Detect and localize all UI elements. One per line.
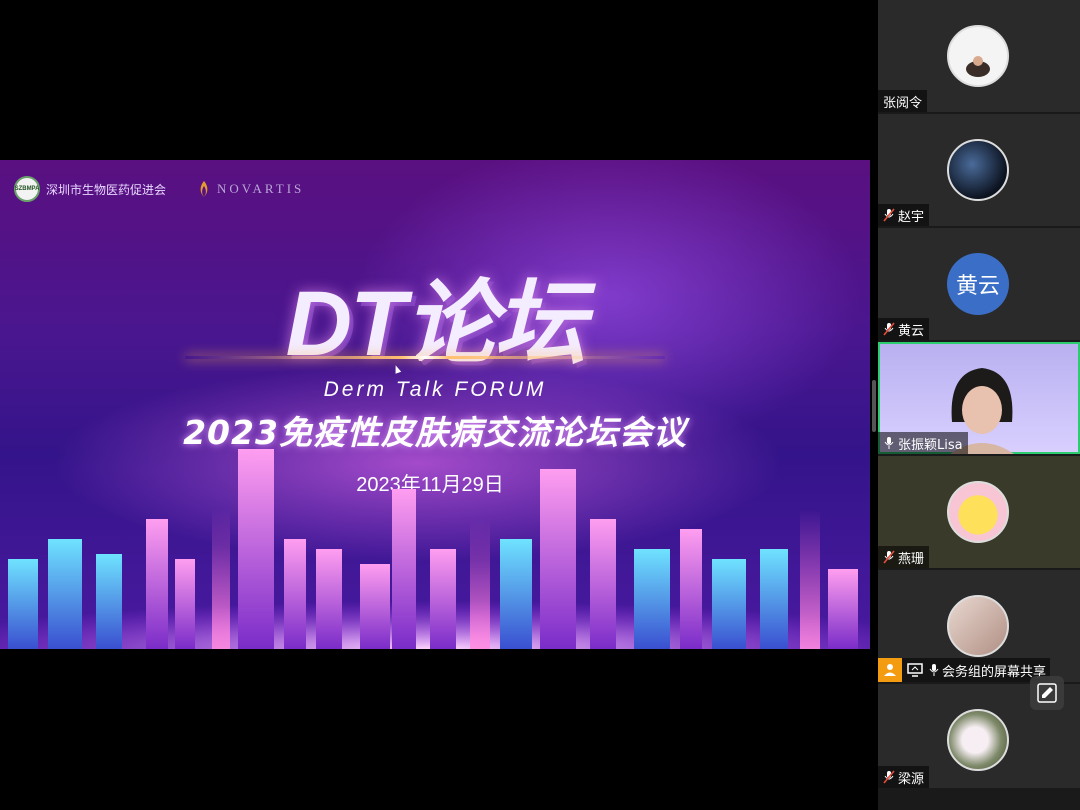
sponsor-logo: NOVARTIS (197, 180, 304, 198)
participant-tile-screen-share[interactable]: 会务组的屏幕共享 (878, 570, 1080, 682)
avatar (947, 139, 1009, 201)
avatar (947, 709, 1009, 771)
mic-icon (884, 437, 894, 449)
participant-name: 会务组的屏幕共享 (942, 664, 1047, 680)
avatar: 黄云 (947, 253, 1009, 315)
title-glow-line (185, 356, 665, 359)
mic-muted-icon (883, 550, 895, 564)
participant-name: 黄云 (898, 323, 925, 339)
participant-tile[interactable]: 赵宇 (878, 114, 1080, 226)
shared-screen-area: SZBMPA 深圳市生物医药促进会 NOVARTIS DT论坛 Derm Tal… (0, 0, 872, 810)
mic-muted-icon (883, 208, 895, 222)
participant-tile[interactable]: 黄云 黄云 (878, 228, 1080, 340)
participant-name-tag: 梁源 (878, 766, 930, 788)
participant-name: 赵宇 (898, 209, 925, 225)
participant-name: 张阅令 (883, 95, 923, 111)
participant-name: 梁源 (898, 771, 925, 787)
sponsor-name: NOVARTIS (217, 181, 305, 196)
annotate-pen-button[interactable] (1030, 676, 1064, 710)
participant-tile[interactable]: 张阅令 (878, 0, 1080, 112)
participant-name: 张振颖Lisa (898, 437, 963, 453)
participant-scrollbar[interactable] (872, 380, 876, 432)
participant-name: 燕珊 (898, 551, 925, 567)
presentation-slide: SZBMPA 深圳市生物医药促进会 NOVARTIS DT论坛 Derm Tal… (0, 160, 870, 649)
organizer-seal-icon: SZBMPA (14, 176, 40, 202)
participant-tile[interactable]: 燕珊 (878, 456, 1080, 568)
organizer-name: 深圳市生物医药促进会 (46, 182, 167, 197)
city-skyline-illustration (0, 449, 870, 649)
organizer-logo: SZBMPA 深圳市生物医药促进会 (14, 176, 166, 202)
slide-subtitle-en: Derm Talk FORUM (323, 378, 547, 401)
flame-icon (200, 181, 208, 197)
participant-tile-active-speaker[interactable]: 张振颖Lisa (878, 342, 1080, 454)
participant-name-tag: 张振颖Lisa (878, 432, 968, 454)
avatar (947, 595, 1009, 657)
avatar (947, 481, 1009, 543)
participant-name-tag: 张阅令 (878, 90, 928, 112)
pen-icon (1037, 683, 1057, 703)
slide-subtitle-cn: 2023免疫性皮肤病交流论坛会议 (183, 413, 687, 452)
person-icon (878, 658, 902, 682)
mic-icon (929, 664, 939, 676)
mic-muted-icon (883, 322, 895, 336)
screen-share-icon (904, 659, 926, 681)
participant-name-tag: 燕珊 (878, 546, 930, 568)
participant-name-tag: 黄云 (878, 318, 930, 340)
screen-share-tag: 会务组的屏幕共享 (878, 658, 1051, 682)
participant-name-tag: 赵宇 (878, 204, 930, 226)
mic-muted-icon (883, 770, 895, 784)
avatar (947, 25, 1009, 87)
